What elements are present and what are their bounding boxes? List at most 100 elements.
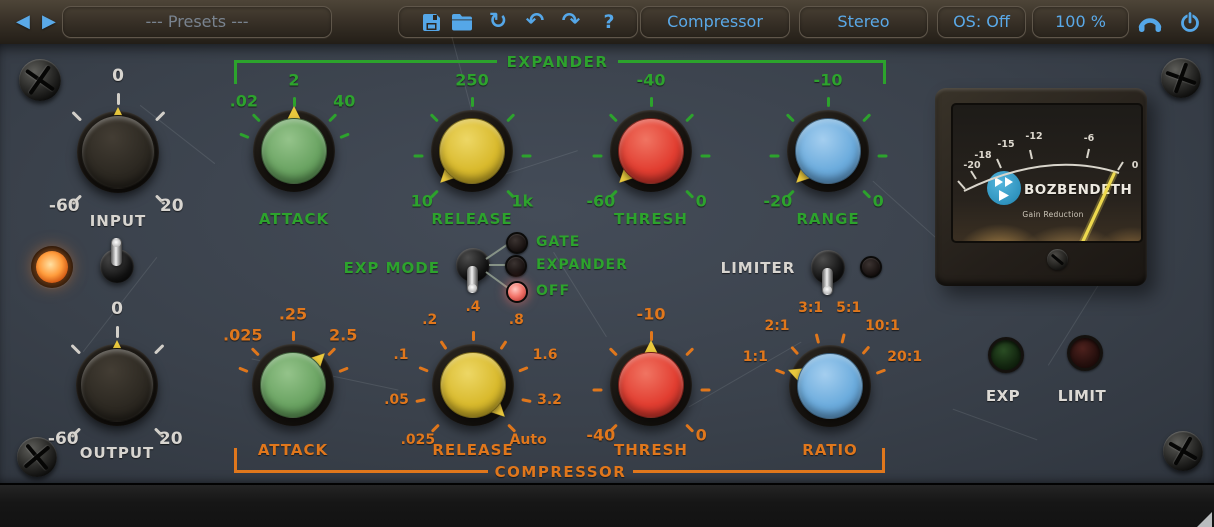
limit-indicator-label: LIMIT: [1058, 387, 1106, 405]
expander-release-knob-name: RELEASE: [431, 210, 512, 228]
expander-release-knob[interactable]: 102501kRELEASE: [426, 105, 518, 197]
input-knob-cap[interactable]: [81, 115, 155, 189]
redo-button[interactable]: ↷: [559, 0, 583, 44]
mode-select[interactable]: Compressor: [640, 6, 790, 38]
channel-mode-label: Stereo: [837, 12, 889, 31]
preset-selector[interactable]: --- Presets ---: [62, 6, 332, 38]
brand-logo: [987, 171, 1021, 205]
power-button[interactable]: [1177, 0, 1203, 44]
output-scale-label: 20: [159, 429, 183, 449]
output-knob-name: OUTPUT: [80, 444, 155, 462]
expander-bracket: [883, 60, 886, 84]
input-scale-label: 20: [160, 196, 184, 216]
compressor-release-scale-label: .8: [509, 312, 524, 328]
compressor-thresh-knob-cap[interactable]: [618, 352, 684, 418]
expander-thresh-knob-cap[interactable]: [618, 118, 684, 184]
compressor-release-scale-label: .025: [401, 432, 436, 448]
open-preset-button[interactable]: [449, 0, 475, 44]
compressor-attack-knob-cap[interactable]: [260, 352, 326, 418]
mode-select-label: Compressor: [667, 12, 763, 31]
compressor-thresh-knob[interactable]: -40-100THRESH: [605, 339, 697, 431]
help-button[interactable]: ?: [597, 0, 621, 44]
expander-attack-knob-cap[interactable]: [261, 118, 327, 184]
oversampling-button[interactable]: OS: Off: [937, 6, 1026, 38]
expander-attack-knob-name: ATTACK: [259, 210, 329, 228]
compressor-ratio-scale-label: 2:1: [764, 318, 789, 334]
expander-range-knob[interactable]: -20-100RANGE: [782, 105, 874, 197]
exp-mode-label: EXP MODE: [328, 259, 440, 277]
compressor-release-scale-label: .1: [393, 347, 408, 363]
open-folder-icon: [451, 13, 473, 31]
expander-section-title: EXPANDER: [497, 53, 618, 71]
svg-text:-12: -12: [1025, 131, 1042, 142]
headphones-icon: [1137, 10, 1163, 34]
compressor-section-title: COMPRESSOR: [488, 463, 633, 481]
channel-mode-select[interactable]: Stereo: [799, 6, 928, 38]
redo-icon: ↷: [562, 11, 580, 33]
limiter-led: [860, 256, 882, 278]
compressor-attack-knob-name: ATTACK: [258, 441, 328, 459]
expander-attack-scale-label: .02: [230, 91, 258, 110]
compressor-release-scale-label: .05: [384, 392, 409, 408]
compressor-ratio-knob-cap[interactable]: [797, 353, 863, 419]
expander-bracket: [618, 60, 886, 63]
expander-range-knob-name: RANGE: [796, 210, 859, 228]
output-knob[interactable]: -60020OUTPUT: [71, 339, 163, 431]
compressor-release-scale-label: Auto: [510, 432, 547, 448]
exp-mode-option-gate[interactable]: GATE: [536, 234, 580, 250]
compressor-bracket: [234, 470, 488, 473]
limiter-toggle-lever[interactable]: [822, 268, 833, 295]
exp-mode-option-off[interactable]: OFF: [536, 283, 570, 299]
resize-grip[interactable]: [1197, 512, 1212, 527]
knob-tick: [592, 389, 602, 392]
compressor-ratio-knob[interactable]: 1:12:13:15:110:120:1RATIO: [784, 340, 876, 432]
undo-button[interactable]: ↶: [523, 0, 547, 44]
exp-mode-connector: [489, 264, 506, 266]
previous-preset-button[interactable]: ◀: [16, 11, 30, 32]
expander-range-knob-cap[interactable]: [795, 118, 861, 184]
input-knob[interactable]: -60020INPUT: [72, 106, 164, 198]
exp-mode-led-off: [506, 281, 528, 303]
help-icon: ?: [603, 11, 614, 33]
compressor-thresh-knob-name: THRESH: [614, 441, 688, 459]
expander-thresh-scale-label: -40: [637, 71, 666, 90]
reload-button[interactable]: ↻: [486, 0, 510, 44]
meter-brand-text: BOZBENDETH: [1024, 182, 1132, 198]
expander-thresh-knob[interactable]: -60-400THRESH: [605, 105, 697, 197]
expander-attack-knob[interactable]: .02240ATTACK: [248, 105, 340, 197]
output-knob-cap[interactable]: [80, 348, 154, 422]
ui-zoom-label: 100 %: [1055, 12, 1106, 31]
undo-icon: ↶: [526, 11, 544, 33]
exp-mode-toggle-lever[interactable]: [467, 266, 478, 293]
bypass-toggle-lever[interactable]: [111, 238, 122, 266]
compressor-ratio-scale-label: 5:1: [836, 300, 861, 316]
compressor-release-knob-cap[interactable]: [440, 352, 506, 418]
next-preset-button[interactable]: ▶: [42, 11, 56, 32]
compressor-ratio-scale-label: 20:1: [887, 349, 922, 365]
compressor-thresh-scale-label: -10: [637, 305, 666, 324]
save-preset-button[interactable]: [419, 0, 443, 44]
compressor-attack-scale-label: .025: [223, 325, 262, 344]
monitor-button[interactable]: [1136, 0, 1164, 44]
toolbar: ◀ ▶ --- Presets --- ↻ ↶ ↷ ? Compressor: [0, 0, 1214, 46]
bottom-strip: [0, 483, 1214, 527]
ui-zoom-button[interactable]: 100 %: [1032, 6, 1129, 38]
reload-icon: ↻: [489, 11, 507, 33]
svg-text:-15: -15: [997, 139, 1014, 150]
expander-range-scale-label: 0: [873, 192, 884, 211]
expander-release-knob-cap[interactable]: [439, 118, 505, 184]
expander-attack-scale-label: 40: [333, 91, 355, 110]
compressor-release-knob[interactable]: .025.05.1.2.4.81.63.2AutoRELEASE: [427, 339, 519, 431]
screw-top-left: [19, 59, 61, 101]
exp-mode-led-expander: [505, 255, 527, 277]
meter-scale: -20-18-15-12-60: [953, 105, 1141, 241]
exp-indicator-led: [988, 337, 1024, 373]
preset-selector-label: --- Presets ---: [145, 12, 248, 31]
expander-bracket: [234, 60, 497, 63]
output-scale-label: -60: [48, 429, 79, 449]
exp-mode-option-expander[interactable]: EXPANDER: [536, 257, 628, 273]
compressor-thresh-scale-label: -40: [586, 426, 615, 445]
input-lamp: [31, 246, 73, 288]
compressor-release-scale-label: 1.6: [533, 347, 558, 363]
compressor-attack-knob[interactable]: .025.252.5ATTACK: [247, 339, 339, 431]
